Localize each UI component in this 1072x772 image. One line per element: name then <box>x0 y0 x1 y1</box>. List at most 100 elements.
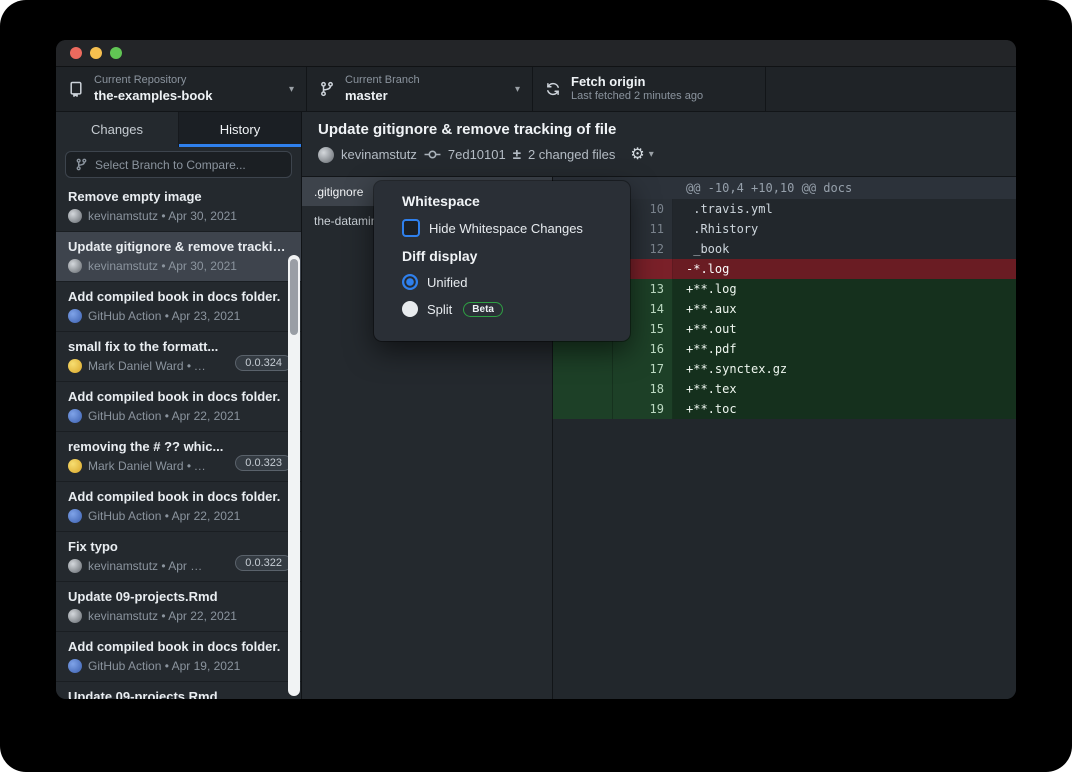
branch-label: Current Branch <box>345 74 505 88</box>
commit-list-item[interactable]: Add compiled book in docs folder. GitHub … <box>56 482 301 532</box>
diff-options-button[interactable]: ⚙ ▾ <box>630 147 653 163</box>
commit-author: GitHub Action <box>88 409 161 423</box>
commit-meta-text: Mark Daniel Ward • A... <box>88 459 206 473</box>
diff-display-option-split[interactable]: Split Beta <box>402 301 614 317</box>
commit-date: Apr 19, 2021 <box>172 659 241 673</box>
close-button[interactable] <box>70 47 82 59</box>
avatar <box>68 209 82 223</box>
new-line-number: 18 <box>613 379 673 399</box>
commit-author: kevinamstutz <box>88 209 158 223</box>
commit-author: kevinamstutz <box>341 147 417 162</box>
commit-list-item[interactable]: Update 09-projects.Rmdkevinamstutz • Apr… <box>56 682 301 699</box>
commit-meta: GitHub Action • Apr 19, 2021 <box>68 659 289 673</box>
commit-title: Add compiled book in docs folder. <box>68 489 289 504</box>
scrollbar-thumb[interactable] <box>290 259 298 335</box>
commit-list-item[interactable]: Update gitignore & remove tracking of fi… <box>56 232 301 282</box>
commit-list-item[interactable]: small fix to the formatt...Mark Daniel W… <box>56 332 301 382</box>
commit-title: Add compiled book in docs folder. <box>68 289 289 304</box>
gear-icon: ⚙ <box>630 147 644 163</box>
whitespace-heading: Whitespace <box>402 193 614 209</box>
diff-line-text: +**.pdf <box>673 339 1016 359</box>
current-branch-button[interactable]: Current Branch master ▾ <box>307 67 533 111</box>
minimize-button[interactable] <box>90 47 102 59</box>
repo-value: the-examples-book <box>94 88 279 104</box>
commit-meta-text: GitHub Action • Apr 23, 2021 <box>88 309 240 323</box>
sidebar: ChangesHistory Select Branch to Compare.… <box>56 112 302 699</box>
radio-selected-icon[interactable] <box>402 274 418 290</box>
branch-icon <box>75 158 88 171</box>
current-repository-button[interactable]: Current Repository the-examples-book ▾ <box>56 67 307 111</box>
compare-row: Select Branch to Compare... <box>56 147 301 182</box>
diff-line: 16+**.pdf <box>553 339 1016 359</box>
commit-date: Apr 30, 2021 <box>168 209 237 223</box>
beta-badge: Beta <box>463 302 503 317</box>
commit-meta: GitHub Action • Apr 22, 2021 <box>68 509 289 523</box>
commit-date: Apr 22, 2021 <box>168 609 237 623</box>
commit-list-item[interactable]: Add compiled book in docs folder. GitHub … <box>56 282 301 332</box>
commit-meta: kevinamstutz • Apr 22, 2021 <box>68 609 289 623</box>
commit-date: Apr 22, 2021 <box>172 509 241 523</box>
commit-meta-text: kevinamstutz • Apr 22... <box>88 559 206 573</box>
commit-date: Apr 30, 2021 <box>168 259 237 273</box>
commit-list-item[interactable]: removing the # ?? whic...Mark Daniel War… <box>56 432 301 482</box>
titlebar <box>56 40 1016 67</box>
new-line-number: 19 <box>613 399 673 419</box>
meta-separator: • <box>161 509 171 523</box>
diff-line: 17+**.synctex.gz <box>553 359 1016 379</box>
commit-list-item[interactable]: Update 09-projects.Rmdkevinamstutz • Apr… <box>56 582 301 632</box>
commit-list-item[interactable]: Remove empty imagekevinamstutz • Apr 30,… <box>56 182 301 232</box>
commit-meta-text: GitHub Action • Apr 22, 2021 <box>88 409 240 423</box>
commit-author: Mark Daniel Ward <box>88 459 184 473</box>
meta-separator: • <box>158 609 168 623</box>
commit-title: Update gitignore & remove tracking of fi… <box>318 121 1000 138</box>
diff-options-popover: Whitespace Hide Whitespace Changes Diff … <box>374 181 630 341</box>
avatar <box>68 459 82 473</box>
commit-author: GitHub Action <box>88 309 161 323</box>
meta-separator: • <box>161 409 171 423</box>
chevron-down-icon: ▾ <box>289 84 294 95</box>
commit-title: Add compiled book in docs folder. <box>68 639 289 654</box>
meta-separator: • <box>158 559 168 573</box>
fetch-title: Fetch origin <box>571 74 753 90</box>
repo-icon <box>68 81 84 97</box>
fetch-text: Fetch origin Last fetched 2 minutes ago <box>571 74 753 104</box>
chevron-down-icon: ▾ <box>515 84 520 95</box>
branch-compare-select[interactable]: Select Branch to Compare... <box>65 151 292 178</box>
changed-files-count: 2 changed files <box>528 147 615 162</box>
tab-history[interactable]: History <box>179 112 301 147</box>
scrollbar-track[interactable] <box>288 255 300 696</box>
version-badge: 0.0.323 <box>235 455 292 471</box>
repo-label: Current Repository <box>94 74 279 88</box>
commit-list-item[interactable]: Fix typokevinamstutz • Apr 22...0.0.322 <box>56 532 301 582</box>
diff-line-text: _book <box>673 239 1016 259</box>
radio-unselected-icon[interactable] <box>402 301 418 317</box>
commit-author: GitHub Action <box>88 509 161 523</box>
avatar <box>68 659 82 673</box>
diff-line: 18+**.tex <box>553 379 1016 399</box>
commit-date: Apr 22... <box>168 559 206 573</box>
diff-line-text: -*.log <box>673 259 1016 279</box>
diff-stats-icon: ± <box>513 146 521 163</box>
commit-list-item[interactable]: Add compiled book in docs folder. GitHub … <box>56 632 301 682</box>
avatar <box>68 259 82 273</box>
diff-line-text: +**.synctex.gz <box>673 359 1016 379</box>
commit-author: Mark Daniel Ward <box>88 359 184 373</box>
diff-line-text: +**.out <box>673 319 1016 339</box>
commit-icon <box>424 146 441 163</box>
commit-sha: 7ed10101 <box>448 147 506 162</box>
commit-list-item[interactable]: Add compiled book in docs folder.GitHub … <box>56 382 301 432</box>
fetch-origin-button[interactable]: Fetch origin Last fetched 2 minutes ago <box>533 67 766 111</box>
commit-author: kevinamstutz <box>88 259 158 273</box>
checkbox-unchecked-icon[interactable] <box>402 219 420 237</box>
sidebar-tabs: ChangesHistory <box>56 112 301 147</box>
diff-display-option-unified[interactable]: Unified <box>402 274 614 290</box>
zoom-button[interactable] <box>110 47 122 59</box>
diff-display-option-label: Split <box>427 302 452 317</box>
commit-meta: GitHub Action • Apr 22, 2021 <box>68 409 289 423</box>
version-badge: 0.0.322 <box>235 555 292 571</box>
commit-author: kevinamstutz <box>88 609 158 623</box>
avatar <box>68 559 82 573</box>
tab-changes[interactable]: Changes <box>56 112 179 147</box>
toolbar: Current Repository the-examples-book ▾ C… <box>56 67 1016 112</box>
hide-whitespace-option[interactable]: Hide Whitespace Changes <box>402 219 614 237</box>
